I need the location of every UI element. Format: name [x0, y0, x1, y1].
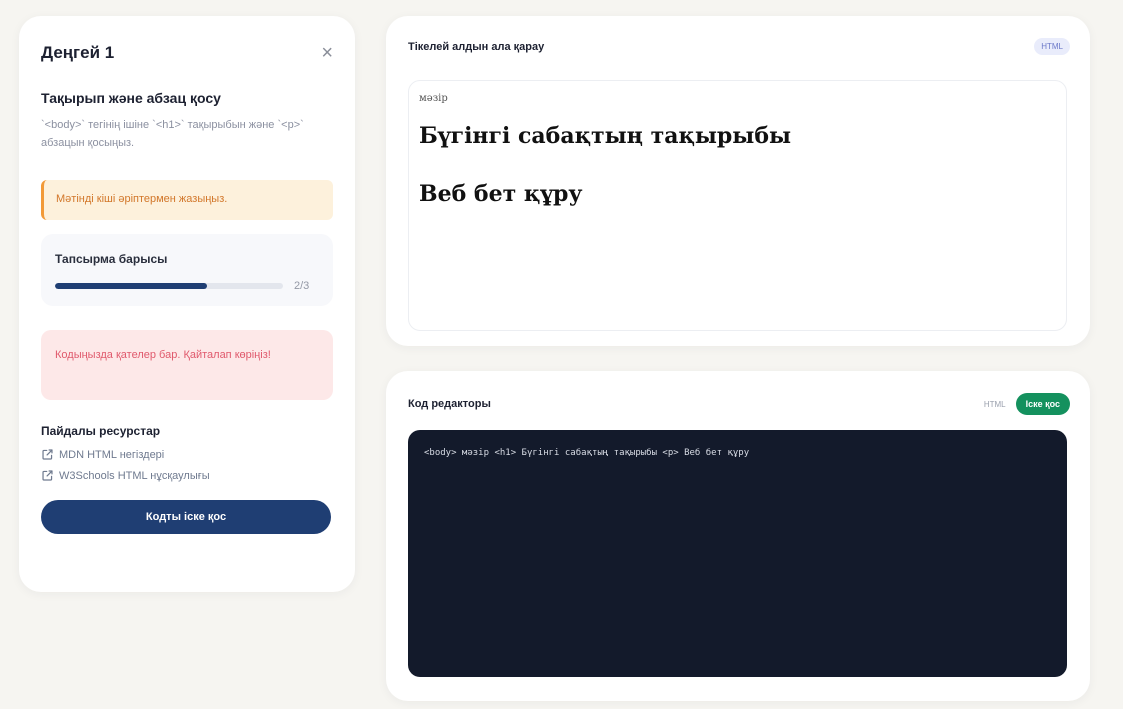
- editor-title: Код редакторы: [408, 398, 491, 410]
- preview-paragraph: Веб бет құру: [419, 181, 583, 207]
- app: Деңгей 1 × Тақырып және абзац қосу `<bod…: [9, 9, 1099, 701]
- html-badge: HTML: [1034, 38, 1070, 55]
- progress-card: Тапсырма барысы 2/3: [41, 234, 333, 306]
- editor-header: Код редакторы HTML Іске қос: [408, 393, 1070, 415]
- level-title: Деңгей 1: [41, 43, 115, 62]
- external-link-icon: [42, 470, 53, 481]
- task-card: Деңгей 1 × Тақырып және абзац қосу `<bod…: [19, 16, 355, 592]
- progress-track: [55, 283, 283, 289]
- resource-link-label: MDN HTML негіздері: [59, 448, 165, 461]
- progress-fill: [55, 283, 208, 289]
- resource-link-mdn[interactable]: MDN HTML негіздері: [41, 448, 333, 461]
- preview-heading: Бүгінгі сабақтың тақырыбы: [419, 123, 792, 149]
- editor-actions: HTML Іске қос: [984, 393, 1070, 415]
- run-code-button[interactable]: Кодты іске қос: [41, 500, 331, 534]
- external-link-icon: [42, 449, 53, 460]
- error-box: Кодыңызда қателер бар. Қайталап көріңіз!: [41, 330, 333, 400]
- hint-text: Мәтінді кіші әріптермен жазыңыз.: [56, 193, 228, 205]
- resource-link-w3schools[interactable]: W3Schools HTML нұсқаулығы: [41, 469, 333, 482]
- progress-row: 2/3: [55, 280, 319, 292]
- code-editor[interactable]: <body> мәзір <h1> Бүгінгі сабақтың тақыр…: [408, 430, 1067, 677]
- close-icon[interactable]: ×: [321, 43, 333, 63]
- editor-panel: Код редакторы HTML Іске қос <body> мәзір…: [386, 371, 1090, 701]
- preview-header: Тікелей алдын ала қарау HTML: [408, 38, 1070, 55]
- language-label: HTML: [983, 399, 1006, 409]
- resource-link-label: W3Schools HTML нұсқаулығы: [59, 469, 210, 482]
- task-description: `<body>` тегінің ішіне `<h1>` тақырыбын …: [41, 119, 304, 149]
- preview-frame: мәзір Бүгінгі сабақтың тақырыбы Веб бет …: [408, 80, 1067, 331]
- preview-small-text: мәзір: [419, 93, 448, 104]
- task-header: Деңгей 1 ×: [41, 42, 333, 64]
- task-title: Тақырып және абзац қосу: [41, 90, 221, 106]
- preview-title: Тікелей алдын ала қарау: [408, 40, 545, 53]
- preview-panel: Тікелей алдын ала қарау HTML мәзір Бүгін…: [386, 16, 1090, 346]
- resources-title: Пайдалы ресурстар: [41, 424, 161, 438]
- progress-text: 2/3: [294, 280, 310, 292]
- error-text: Кодыңызда қателер бар. Қайталап көріңіз!: [55, 349, 271, 361]
- progress-label: Тапсырма барысы: [55, 252, 168, 266]
- hint-box: Мәтінді кіші әріптермен жазыңыз.: [41, 180, 333, 220]
- run-button[interactable]: Іске қос: [1015, 393, 1070, 415]
